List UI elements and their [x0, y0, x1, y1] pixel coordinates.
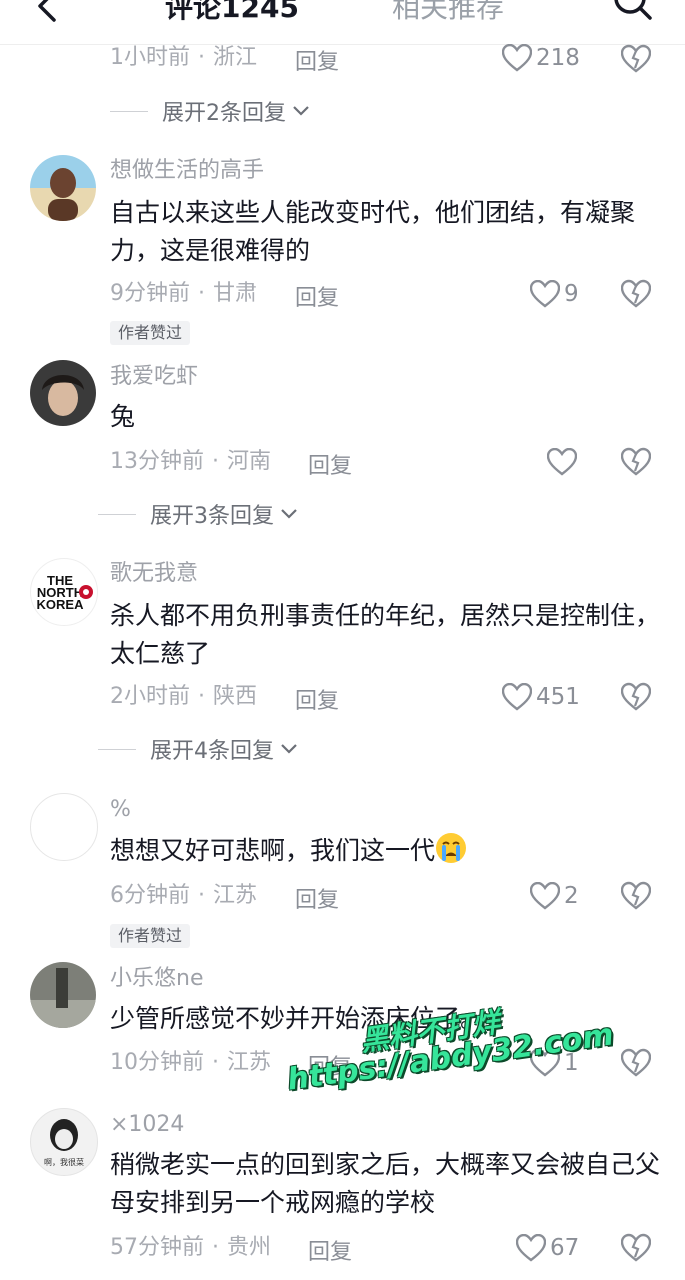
avatar[interactable]	[30, 962, 96, 1028]
comment-meta: 13分钟前 · 河南	[110, 449, 272, 474]
comment-meta: 1小时前 · 浙江	[110, 42, 257, 74]
flag-icon	[79, 585, 93, 599]
expand-replies[interactable]: 展开2条回复	[110, 96, 310, 126]
dislike-icon[interactable]	[621, 1233, 651, 1263]
like-count: 67	[550, 1235, 580, 1261]
like-count: 2	[564, 883, 579, 909]
search-icon[interactable]	[612, 0, 656, 24]
expand-replies[interactable]: 展开3条回复	[98, 499, 298, 529]
like-button[interactable]	[547, 446, 577, 478]
like-count: 451	[536, 684, 580, 710]
avatar[interactable]	[30, 155, 96, 221]
like-button[interactable]: 67	[516, 1232, 579, 1264]
avatar[interactable]: 啊，我很菜	[30, 1108, 98, 1176]
avatar[interactable]	[30, 793, 98, 861]
comment-header: 评论1245 相关推荐	[0, 0, 685, 45]
dislike-icon[interactable]	[621, 881, 651, 911]
dislike-icon[interactable]	[621, 279, 651, 309]
reply-button[interactable]: 回复	[295, 882, 339, 914]
comment-time: 1小时前	[110, 45, 190, 70]
like-count: 9	[564, 281, 579, 307]
comment-location: 浙江	[213, 45, 258, 70]
dislike-icon[interactable]	[621, 682, 651, 712]
heart-icon	[502, 683, 532, 711]
chevron-down-icon	[281, 744, 297, 754]
username[interactable]: 我爱吃虾	[110, 362, 198, 392]
username[interactable]: ×1024	[110, 1110, 184, 1140]
tab-related[interactable]: 相关推荐	[392, 0, 504, 28]
username[interactable]: 小乐悠ne	[110, 964, 203, 994]
like-button[interactable]: 218	[502, 42, 580, 74]
comment-text: 稍微老实一点的回到家之后，大概率又会被自己父母安排到另一个戒网瘾的学校	[110, 1150, 661, 1217]
heart-icon	[516, 1234, 546, 1262]
comment-text: 兔	[110, 402, 136, 431]
reply-button[interactable]: 回复	[295, 280, 339, 312]
reply-button[interactable]: 回复	[308, 1234, 352, 1266]
comment-meta: 2小时前 · 陕西	[110, 684, 258, 709]
heart-icon	[502, 44, 532, 72]
reply-button[interactable]: 回复	[295, 44, 339, 76]
comment-meta: 10分钟前 · 江苏	[110, 1050, 272, 1075]
dislike-icon[interactable]	[621, 1048, 651, 1078]
heart-icon	[530, 280, 560, 308]
username[interactable]: 歌无我意	[110, 559, 198, 589]
dislike-icon[interactable]	[621, 44, 651, 74]
reply-button[interactable]: 回复	[295, 683, 339, 715]
like-button[interactable]: 2	[530, 880, 579, 912]
comment-text: 杀人都不用负刑事责任的年纪，居然只是控制住，太仁慈了	[110, 601, 661, 668]
avatar[interactable]: THE NORTH KOREA	[30, 558, 98, 626]
author-liked-badge: 作者赞过	[110, 924, 191, 948]
tab-comments[interactable]: 评论1245	[165, 0, 299, 28]
avatar[interactable]	[30, 360, 96, 426]
author-liked-badge: 作者赞过	[110, 321, 191, 345]
username[interactable]: 想做生活的高手	[110, 156, 264, 186]
dislike-icon[interactable]	[621, 447, 651, 477]
comment-text: 自古以来这些人能改变时代，他们团结，有凝聚力，这是很难得的	[110, 198, 636, 265]
username[interactable]: %	[110, 795, 131, 825]
chevron-down-icon	[281, 509, 297, 519]
like-button[interactable]: 9	[530, 278, 579, 310]
comment-meta: 9分钟前 · 甘肃	[110, 281, 258, 306]
like-count: 218	[536, 45, 580, 71]
comment-meta: 6分钟前 · 江苏	[110, 883, 258, 908]
crying-face-icon	[436, 833, 467, 863]
expand-replies[interactable]: 展开4条回复	[98, 734, 298, 764]
comment-text: 想想又好可悲啊，我们这一代	[110, 832, 660, 870]
like-button[interactable]: 451	[502, 681, 580, 713]
comment-meta: 57分钟前 · 贵州	[110, 1235, 272, 1260]
back-arrow-icon[interactable]	[32, 0, 62, 26]
chevron-down-icon	[293, 106, 309, 116]
reply-button[interactable]: 回复	[308, 448, 352, 480]
heart-icon	[547, 448, 577, 476]
heart-icon	[530, 882, 560, 910]
